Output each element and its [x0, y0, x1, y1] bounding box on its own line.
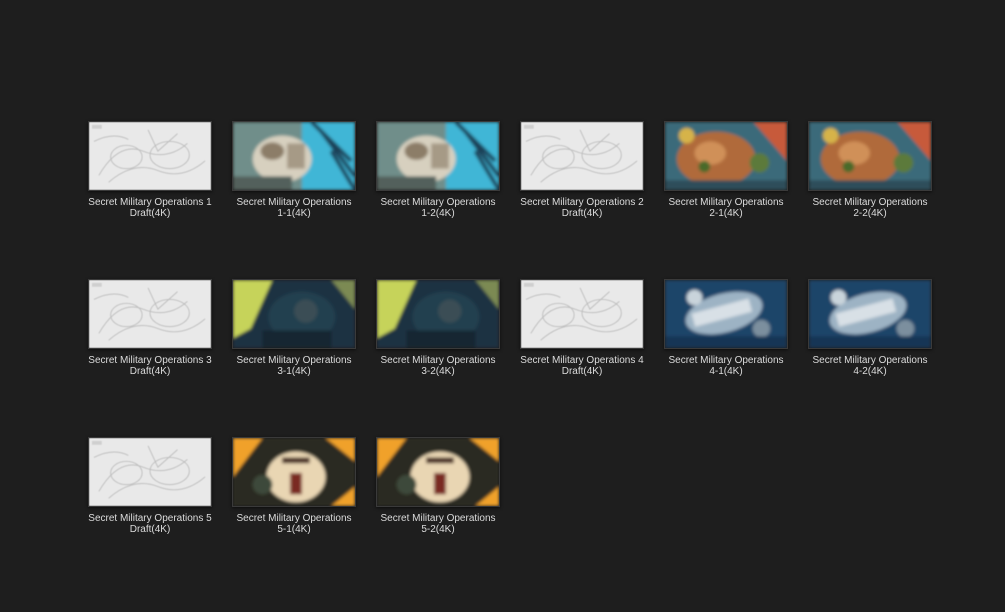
file-item[interactable]: Secret Military Operations 2-2(4K) — [798, 118, 942, 276]
file-thumbnail — [520, 121, 644, 191]
thumbnail-image — [233, 438, 355, 506]
thumbnail-image — [665, 280, 787, 348]
file-name-label: Secret Military Operations 4-2(4K) — [812, 355, 928, 377]
file-thumbnail — [808, 279, 932, 349]
file-item[interactable]: Secret Military Operations 5-2(4K) — [366, 434, 510, 592]
file-item[interactable]: Secret Military Operations 1 Draft(4K) — [78, 118, 222, 276]
file-thumbnail — [520, 279, 644, 349]
file-item[interactable]: Secret Military Operations 4-2(4K) — [798, 276, 942, 434]
file-name-label: Secret Military Operations 1 Draft(4K) — [88, 197, 212, 219]
file-item[interactable]: Secret Military Operations 3 Draft(4K) — [78, 276, 222, 434]
thumbnail-image — [89, 122, 211, 190]
file-item[interactable]: Secret Military Operations 5-1(4K) — [222, 434, 366, 592]
file-name-label: Secret Military Operations 4-1(4K) — [668, 355, 784, 377]
thumbnail-image — [665, 122, 787, 190]
file-name-label: Secret Military Operations 4 Draft(4K) — [520, 355, 644, 377]
file-item[interactable]: Secret Military Operations 1-2(4K) — [366, 118, 510, 276]
thumbnail-image — [377, 122, 499, 190]
file-thumbnail — [88, 437, 212, 507]
file-item[interactable]: Secret Military Operations 3-1(4K) — [222, 276, 366, 434]
thumbnail-image — [233, 122, 355, 190]
file-thumbnail — [376, 121, 500, 191]
file-item[interactable]: Secret Military Operations 2-1(4K) — [654, 118, 798, 276]
file-name-label: Secret Military Operations 2-2(4K) — [812, 197, 928, 219]
file-item[interactable]: Secret Military Operations 5 Draft(4K) — [78, 434, 222, 592]
file-name-label: Secret Military Operations 5-2(4K) — [380, 513, 496, 535]
file-name-label: Secret Military Operations 1-1(4K) — [236, 197, 352, 219]
thumbnail-image — [89, 438, 211, 506]
file-thumbnail — [232, 437, 356, 507]
thumbnail-image — [377, 280, 499, 348]
file-thumbnail — [376, 437, 500, 507]
file-name-label: Secret Military Operations 3-2(4K) — [380, 355, 496, 377]
file-name-label: Secret Military Operations 2 Draft(4K) — [520, 197, 644, 219]
file-name-label: Secret Military Operations 1-2(4K) — [380, 197, 496, 219]
file-thumbnail — [232, 279, 356, 349]
file-item[interactable]: Secret Military Operations 3-2(4K) — [366, 276, 510, 434]
file-item[interactable]: Secret Military Operations 2 Draft(4K) — [510, 118, 654, 276]
file-thumbnail — [232, 121, 356, 191]
file-thumbnail — [376, 279, 500, 349]
thumbnail-image — [89, 280, 211, 348]
file-name-label: Secret Military Operations 3-1(4K) — [236, 355, 352, 377]
file-name-label: Secret Military Operations 3 Draft(4K) — [88, 355, 212, 377]
thumbnail-image — [377, 438, 499, 506]
file-item[interactable]: Secret Military Operations 1-1(4K) — [222, 118, 366, 276]
file-name-label: Secret Military Operations 5-1(4K) — [236, 513, 352, 535]
file-thumbnail — [808, 121, 932, 191]
file-item[interactable]: Secret Military Operations 4 Draft(4K) — [510, 276, 654, 434]
file-thumbnail — [664, 279, 788, 349]
thumbnail-image — [521, 122, 643, 190]
file-thumbnail — [88, 121, 212, 191]
thumbnail-image — [809, 280, 931, 348]
file-name-label: Secret Military Operations 5 Draft(4K) — [88, 513, 212, 535]
file-grid: Secret Military Operations 1 Draft(4K) S… — [78, 118, 942, 592]
file-thumbnail — [664, 121, 788, 191]
thumbnail-image — [809, 122, 931, 190]
file-item[interactable]: Secret Military Operations 4-1(4K) — [654, 276, 798, 434]
thumbnail-image — [521, 280, 643, 348]
thumbnail-image — [233, 280, 355, 348]
file-thumbnail — [88, 279, 212, 349]
file-name-label: Secret Military Operations 2-1(4K) — [668, 197, 784, 219]
